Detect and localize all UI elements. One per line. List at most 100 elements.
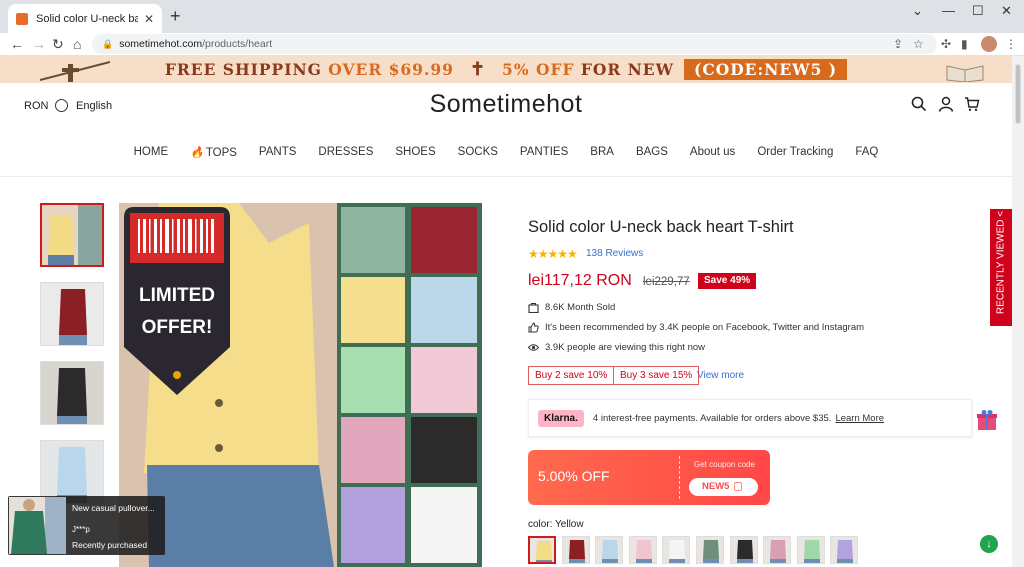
download-icon[interactable]: ↓ (980, 535, 998, 553)
gallery-thumbnail[interactable] (40, 282, 104, 346)
popup-product-name: New casual pullover... (72, 503, 155, 513)
browser-tab[interactable]: Solid color U-neck back heart T-shirt ✕ (8, 4, 162, 33)
recent-purchase-popup[interactable]: New casual pullover... J***p Recently pu… (8, 496, 165, 555)
reload-icon[interactable]: ↻ (52, 36, 64, 53)
color-swatch[interactable] (796, 536, 825, 564)
chevron-up-icon: < (995, 210, 1007, 217)
account-icon[interactable] (938, 96, 954, 112)
rating-stars-icon: ★★★★★ (528, 247, 578, 261)
back-icon[interactable]: ← (10, 36, 24, 52)
lock-icon: 🔒 (102, 38, 114, 49)
bundle-offer-2[interactable]: Buy 2 save 10% (528, 366, 615, 385)
color-swatch[interactable] (528, 536, 556, 564)
gallery-thumbnail[interactable] (40, 440, 104, 504)
original-price: lei229,77 (643, 276, 690, 288)
learn-more-link[interactable]: Learn More (835, 413, 884, 424)
forward-icon[interactable]: → (32, 36, 46, 52)
color-swatch[interactable] (696, 536, 724, 564)
color-swatch[interactable] (561, 536, 590, 564)
color-swatch[interactable] (763, 536, 792, 564)
product-title: Solid color U-neck back heart T-shirt (528, 218, 794, 236)
coupon-divider (679, 456, 680, 499)
store-logo[interactable]: Sometimehot (0, 90, 1012, 119)
coupon-code-button[interactable]: NEW5 (689, 478, 758, 496)
discount-badge: Save 49% (698, 273, 757, 289)
cart-icon[interactable] (964, 96, 980, 112)
eye-icon (528, 344, 539, 351)
color-swatch[interactable] (830, 536, 859, 564)
coupon-discount: 5.00% OFF (538, 468, 610, 484)
close-window-icon[interactable]: ✕ (1001, 3, 1012, 19)
search-icon[interactable] (911, 96, 927, 112)
tab-search-icon[interactable]: ⌄ (912, 3, 923, 19)
view-more-link[interactable]: View more (697, 370, 744, 381)
menu-order-tracking[interactable]: Order Tracking (746, 146, 844, 159)
new-tab-button[interactable]: + (170, 6, 181, 27)
cross-icon: ✝ (469, 59, 487, 80)
color-swatch[interactable] (628, 536, 657, 564)
promo-threshold: OVER $69.99 (328, 60, 454, 79)
browser-tabbar: Solid color U-neck back heart T-shirt ✕ … (0, 0, 1024, 33)
klarna-banner: Klarna. 4 interest-free payments. Availa… (528, 399, 972, 437)
maximize-icon[interactable]: ☐ (972, 3, 984, 19)
recently-viewed-tab[interactable]: RECENTLY VIEWED < (990, 209, 1012, 326)
close-tab-icon[interactable]: ✕ (144, 12, 154, 26)
thumbs-up-icon (528, 322, 539, 333)
recently-viewed-label: RECENTLY VIEWED < (996, 206, 1007, 320)
recently-viewed-text: RECENTLY VIEWED (995, 219, 1007, 315)
menu-shoes[interactable]: SHOES (384, 146, 446, 159)
offer-line-2: OFFER! (141, 317, 213, 338)
menu-tops[interactable]: 🔥 TOPS (179, 146, 248, 159)
address-bar[interactable]: 🔒 sometimehot.com /products/heart (92, 34, 937, 54)
extensions-icon[interactable]: ✣ (941, 37, 951, 51)
menu-faq[interactable]: FAQ (844, 146, 889, 159)
tab-title: Solid color U-neck back heart T-shirt (36, 12, 138, 25)
color-label: color: Yellow (528, 519, 584, 530)
minimize-icon[interactable]: — (942, 3, 955, 18)
promo-banner[interactable]: FREE SHIPPING OVER $69.99 ✝ 5% OFF FOR N… (0, 56, 1012, 83)
popup-product-image (9, 497, 66, 554)
url-host: sometimehot.com (119, 38, 203, 50)
feature-viewing: 3.9K people are viewing this right now (528, 342, 705, 353)
sidepanel-icon[interactable]: ▮ (961, 37, 968, 51)
gallery-thumbnail[interactable] (40, 361, 104, 425)
fire-icon: 🔥 (190, 147, 204, 159)
current-price: lei117,12 RON (528, 272, 632, 289)
menu-pants[interactable]: PANTS (248, 146, 308, 159)
promo-discount: 5% OFF (502, 60, 575, 79)
header-divider (0, 176, 1012, 177)
bag-icon (528, 303, 539, 313)
feature-recommended: It's been recommended by 3.4K people on … (528, 322, 864, 333)
gift-icon[interactable] (977, 409, 997, 431)
browser-menu-icon[interactable]: ⋮ (1005, 37, 1017, 51)
color-swatch[interactable] (595, 536, 624, 564)
feature-sold: 8.6K Month Sold (528, 302, 615, 313)
cross-necklace-icon (40, 61, 110, 82)
main-menu: HOME 🔥 TOPS PANTS DRESSES SHOES SOCKS PAN… (0, 146, 1012, 159)
color-swatch[interactable] (729, 536, 758, 564)
menu-about[interactable]: About us (679, 146, 746, 159)
offer-line-1: LIMITED (139, 285, 215, 306)
promo-free-shipping: FREE SHIPPING (164, 60, 322, 79)
home-icon[interactable]: ⌂ (73, 36, 81, 52)
page-scrollbar[interactable] (1012, 56, 1024, 567)
klarna-text: 4 interest-free payments. Available for … (592, 412, 832, 424)
bookmark-star-icon[interactable]: ☆ (913, 37, 924, 51)
limited-offer-text: LIMITED OFFER! (124, 280, 230, 344)
menu-panties[interactable]: PANTIES (509, 146, 579, 159)
menu-dresses[interactable]: DRESSES (307, 146, 384, 159)
menu-bags[interactable]: BAGS (625, 146, 679, 159)
bundle-offer-3[interactable]: Buy 3 save 15% (613, 366, 700, 385)
book-icon (946, 65, 984, 82)
browser-toolbar: ← → ↻ ⌂ 🔒 sometimehot.com /products/hear… (0, 33, 1024, 56)
copy-icon[interactable] (734, 482, 742, 491)
menu-bra[interactable]: BRA (579, 146, 625, 159)
reviews-link[interactable]: 138 Reviews (586, 248, 643, 259)
menu-home[interactable]: HOME (123, 146, 180, 159)
menu-socks[interactable]: SOCKS (447, 146, 509, 159)
gallery-thumbnail[interactable] (40, 203, 104, 267)
popup-status: Recently purchased (72, 540, 148, 550)
profile-avatar[interactable] (981, 36, 997, 52)
color-swatch[interactable] (662, 536, 691, 564)
share-icon[interactable]: ⇪ (893, 37, 903, 51)
